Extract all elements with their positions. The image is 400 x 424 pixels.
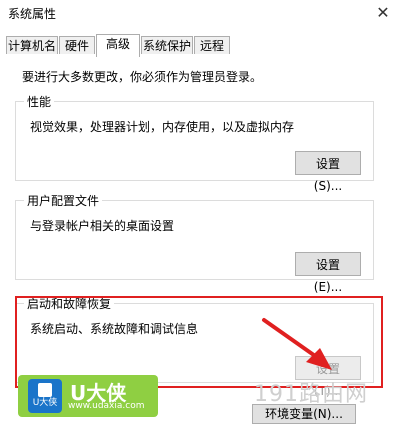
title-bar: 系统属性 ✕ <box>0 0 400 28</box>
tab-hardware[interactable]: 硬件 <box>59 36 95 54</box>
usb-drive-icon: U大侠 <box>28 379 62 413</box>
logo-icon-label: U大侠 <box>32 398 58 408</box>
tab-computer-name[interactable]: 计算机名 <box>6 36 58 54</box>
window-title: 系统属性 <box>8 7 57 21</box>
performance-settings-button[interactable]: 设置(S)... <box>295 151 361 193</box>
user-profiles-desc: 与登录帐户相关的桌面设置 <box>30 219 175 233</box>
user-profiles-settings-button[interactable]: 设置(E)... <box>295 252 361 294</box>
tab-advanced[interactable]: 高级 <box>96 34 140 57</box>
admin-notice: 要进行大多数更改，你必须作为管理员登录。 <box>22 70 263 84</box>
user-profiles-group: 用户配置文件 与登录帐户相关的桌面设置 设置(E)... <box>15 192 374 294</box>
close-icon[interactable]: ✕ <box>372 2 394 24</box>
tab-remote[interactable]: 远程 <box>194 36 230 54</box>
performance-desc: 视觉效果，处理器计划，内存使用，以及虚拟内存 <box>30 120 295 134</box>
udaxia-logo: U大侠 U大侠 www.udaxia.com <box>18 375 158 417</box>
environment-variables-button[interactable]: 环境变量(N)... <box>252 404 356 424</box>
user-profiles-title: 用户配置文件 <box>24 192 103 209</box>
performance-group: 性能 视觉效果，处理器计划，内存使用，以及虚拟内存 设置(S)... <box>15 93 374 193</box>
logo-url-text: www.udaxia.com <box>68 401 145 411</box>
tab-system-protection[interactable]: 系统保护 <box>141 36 193 54</box>
performance-title: 性能 <box>24 93 55 110</box>
